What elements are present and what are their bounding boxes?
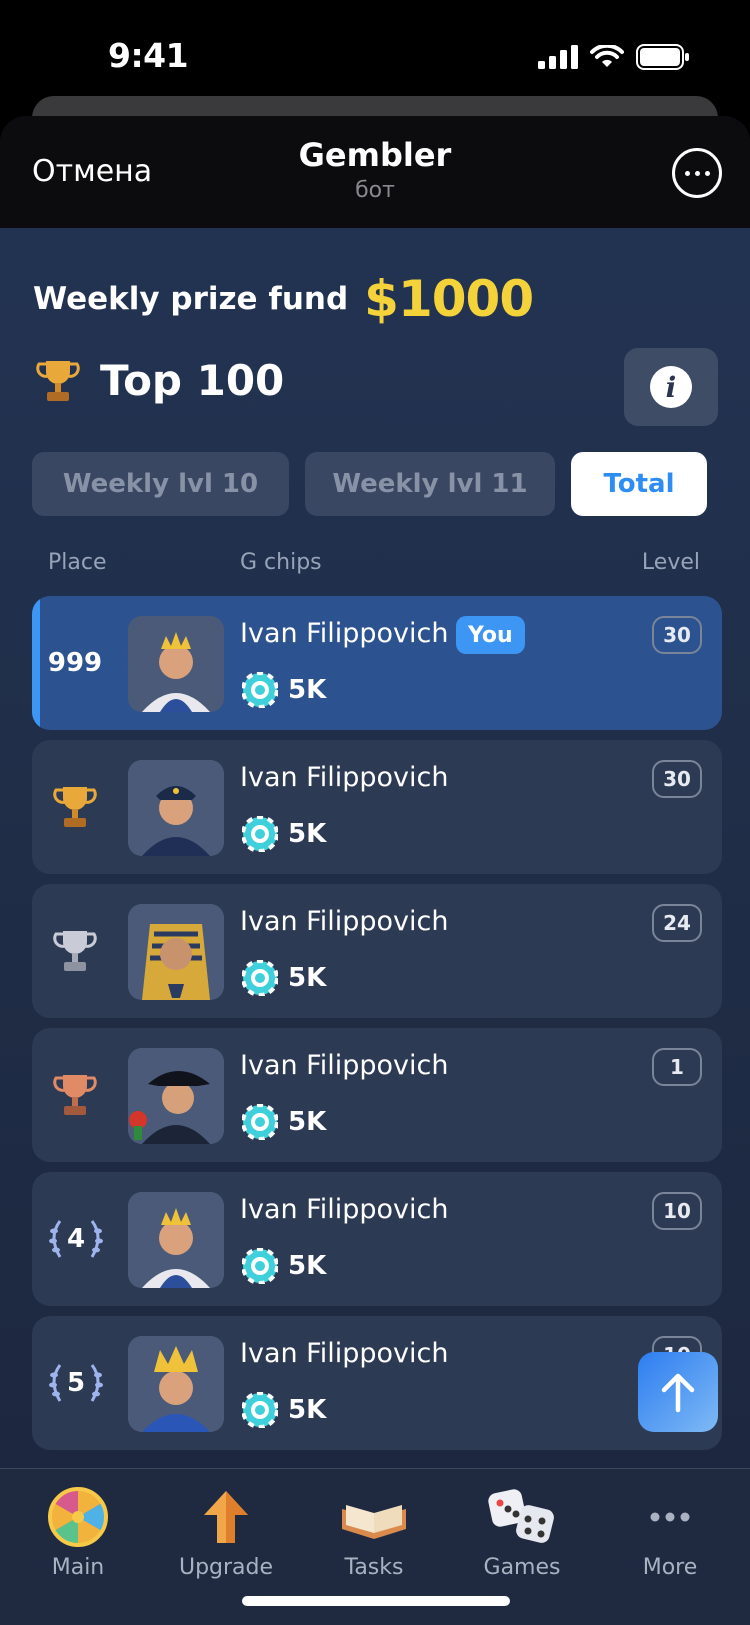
arrow-up-icon — [204, 1491, 248, 1543]
info-button[interactable]: i — [624, 348, 718, 426]
cellular-signal-icon — [538, 45, 578, 69]
status-time: 9:41 — [108, 36, 189, 75]
tabbar-label-upgrade: Upgrade — [178, 1555, 274, 1580]
column-header-place: Place — [48, 550, 107, 575]
dot-icon — [704, 170, 710, 176]
king-avatar — [128, 1192, 224, 1288]
chip-icon — [242, 816, 278, 852]
prize-fund: Weekly prize fund $1000 — [33, 270, 534, 328]
battery-icon — [636, 44, 689, 70]
leaderboard-row-current-user[interactable]: 999 Ivan Filippovich You 5K 30 — [32, 596, 722, 730]
tabbar-item-upgrade[interactable]: Upgrade — [156, 1487, 296, 1580]
tab-total[interactable]: Total — [571, 452, 707, 516]
chips-value: 5K — [288, 1107, 327, 1137]
tabbar-item-tasks[interactable]: Tasks — [304, 1487, 444, 1580]
status-bar: 9:41 — [0, 0, 750, 100]
chips-balance: 5K — [242, 672, 326, 708]
trophy-icon — [36, 360, 80, 401]
status-icons — [538, 44, 690, 70]
chips-value: 5K — [288, 1395, 327, 1425]
chip-icon — [242, 1104, 278, 1140]
tabbar-label-main: Main — [51, 1555, 105, 1580]
book-icon — [342, 1505, 406, 1539]
wifi-icon — [590, 45, 624, 67]
more-dots-icon — [650, 1512, 690, 1522]
chip-icon — [242, 1248, 278, 1284]
tabbar-item-more[interactable]: More — [600, 1487, 740, 1580]
level-badge: 24 — [652, 904, 702, 942]
chip-icon — [242, 672, 278, 708]
row-place: 999 — [47, 648, 103, 678]
leaderboard-title: Top 100 — [100, 356, 285, 405]
leaderboard-screen: Weekly prize fund $1000 Top 100 i Weekly… — [0, 228, 750, 1468]
chip-icon — [242, 960, 278, 996]
more-options-button[interactable] — [672, 148, 722, 198]
chips-balance: 5K — [242, 816, 326, 852]
row-place: 5 — [66, 1368, 86, 1398]
chips-value: 5K — [288, 675, 327, 705]
chips-balance: 5K — [242, 1392, 326, 1428]
scroll-to-top-button[interactable] — [638, 1352, 718, 1432]
chips-balance: 5K — [242, 1248, 326, 1284]
miniapp-header: Отмена Gembler бот — [0, 116, 750, 228]
player-name: Ivan Filippovich — [240, 618, 449, 649]
you-badge: You — [456, 616, 525, 654]
tabbar-label-more: More — [642, 1555, 698, 1580]
gold-trophy-icon — [48, 787, 102, 827]
bot-title: Gembler — [298, 136, 452, 174]
level-badge: 10 — [652, 1192, 702, 1230]
bronze-trophy-icon — [48, 1075, 102, 1115]
level-badge: 30 — [652, 760, 702, 798]
player-name: Ivan Filippovich — [240, 1338, 449, 1369]
player-name: Ivan Filippovich — [240, 1194, 449, 1225]
chips-value: 5K — [288, 819, 327, 849]
tabbar-item-main[interactable]: Main — [8, 1487, 148, 1580]
column-header-level: Level — [641, 550, 700, 575]
tab-weekly-lvl-11[interactable]: Weekly lvl 11 — [305, 452, 555, 516]
prize-fund-amount: $1000 — [364, 270, 534, 328]
info-icon: i — [650, 366, 692, 408]
leaderboard-row[interactable]: 5 Ivan Filippovich 5K 10 — [32, 1316, 722, 1450]
header-title-group: Gembler бот — [0, 136, 750, 203]
leaderboard-row[interactable]: Ivan Filippovich 5K 1 — [32, 1028, 722, 1162]
tabbar-label-tasks: Tasks — [344, 1555, 404, 1580]
dot-icon — [694, 170, 700, 176]
pirate-avatar — [128, 1048, 224, 1144]
player-name: Ivan Filippovich — [240, 762, 449, 793]
tab-weekly-lvl-10[interactable]: Weekly lvl 10 — [32, 452, 289, 516]
dot-icon — [684, 170, 690, 176]
leaderboard-tabs: Weekly lvl 10 Weekly lvl 11 Total — [32, 452, 707, 516]
dice-icon — [488, 1489, 554, 1543]
level-badge: 30 — [652, 616, 702, 654]
bot-subtitle: бот — [355, 178, 395, 203]
laurel-rank-badge: 5 — [46, 1363, 106, 1403]
leaderboard-row[interactable]: 4 Ivan Filippovich 5K 10 — [32, 1172, 722, 1306]
crowned-man-avatar — [128, 1336, 224, 1432]
leaderboard-row[interactable]: Ivan Filippovich 5K 24 — [32, 884, 722, 1018]
tabbar-item-games[interactable]: Games — [452, 1487, 592, 1580]
wheel-icon — [48, 1487, 108, 1547]
prize-fund-label: Weekly prize fund — [33, 281, 349, 317]
chips-balance: 5K — [242, 960, 326, 996]
chips-balance: 5K — [242, 1104, 326, 1140]
chips-value: 5K — [288, 963, 327, 993]
arrow-up-icon — [661, 1373, 695, 1413]
column-header-chips: G chips — [240, 550, 322, 575]
police-avatar — [128, 760, 224, 856]
row-place: 4 — [66, 1224, 86, 1254]
home-indicator — [242, 1596, 510, 1606]
level-badge: 1 — [652, 1048, 702, 1086]
chip-icon — [242, 1392, 278, 1428]
silver-trophy-icon — [48, 931, 102, 971]
leaderboard-title-row: Top 100 — [36, 356, 284, 405]
laurel-rank-badge: 4 — [46, 1219, 106, 1259]
player-name: Ivan Filippovich — [240, 906, 449, 937]
pharaoh-avatar — [128, 904, 224, 1000]
king-avatar — [128, 616, 224, 712]
tabbar-label-games: Games — [483, 1555, 561, 1580]
leaderboard-row[interactable]: Ivan Filippovich 5K 30 — [32, 740, 722, 874]
chips-value: 5K — [288, 1251, 327, 1281]
player-name: Ivan Filippovich — [240, 1050, 449, 1081]
